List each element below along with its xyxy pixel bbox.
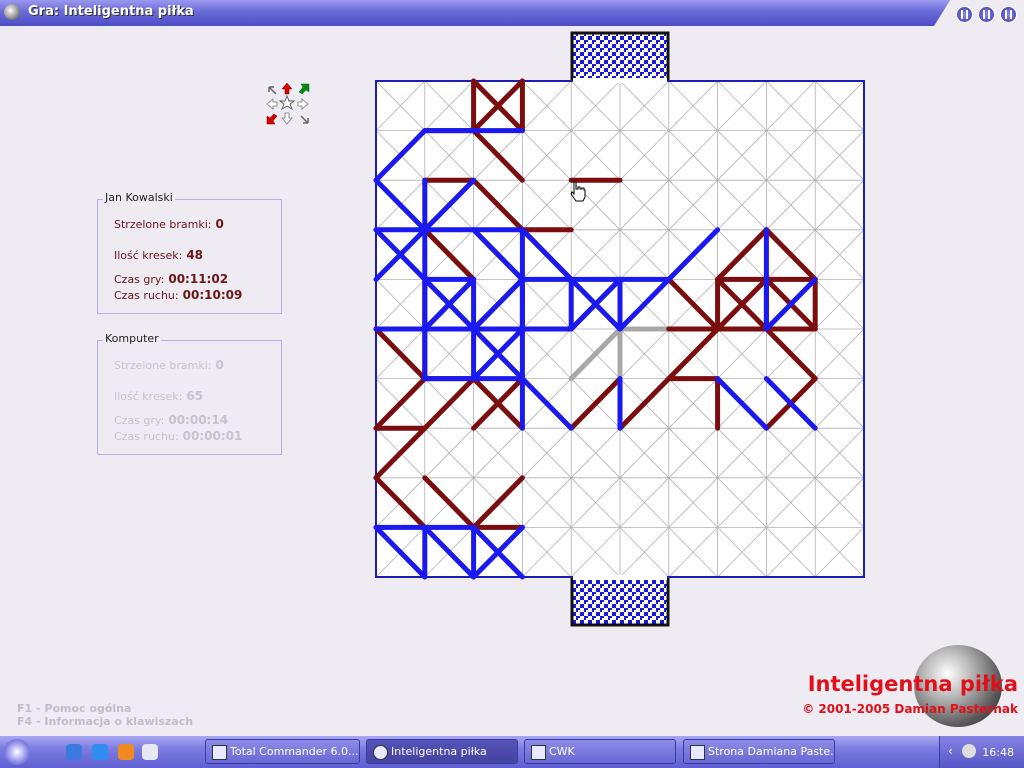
window-icon: [212, 745, 227, 760]
brand-copyright: © 2001-2005 Damian Pasternak: [802, 702, 1018, 716]
goal-opening-top: [573, 78, 667, 83]
game-board[interactable]: [0, 0, 1024, 736]
task-cwk[interactable]: CWK: [524, 739, 676, 764]
start-button[interactable]: [4, 739, 30, 765]
goal-opening-bottom: [573, 575, 667, 580]
bottom-goal: [570, 575, 670, 627]
volume-icon[interactable]: [962, 744, 976, 758]
help-f4: F4 - Informacja o klawiszach: [17, 715, 194, 728]
firefox-quicklaunch-icon[interactable]: [118, 744, 134, 760]
task-strona-damiana[interactable]: Strona Damiana Paste...: [683, 739, 835, 764]
page-icon: [690, 745, 705, 760]
task-total-commander[interactable]: Total Commander 6.0...: [205, 739, 360, 764]
browser-quicklaunch-icon[interactable]: [92, 744, 108, 760]
help-f1: F1 - Pomoc ogólna: [17, 702, 132, 715]
app-icon: [531, 745, 546, 760]
top-goal: [570, 31, 670, 83]
taskbar: Total Commander 6.0... Inteligentna piłk…: [0, 736, 1024, 768]
task-inteligentna-pilka[interactable]: Inteligentna piłka: [366, 739, 518, 764]
brand-title: Inteligentna piłka: [807, 672, 1018, 696]
media-quicklaunch-icon[interactable]: [142, 744, 158, 760]
tray-chevron-icon[interactable]: ‹: [948, 744, 953, 758]
ball-icon: [373, 745, 388, 760]
ie-quicklaunch-icon[interactable]: [66, 744, 82, 760]
system-tray: ‹ 16:48: [939, 736, 1024, 768]
clock: 16:48: [982, 746, 1014, 759]
